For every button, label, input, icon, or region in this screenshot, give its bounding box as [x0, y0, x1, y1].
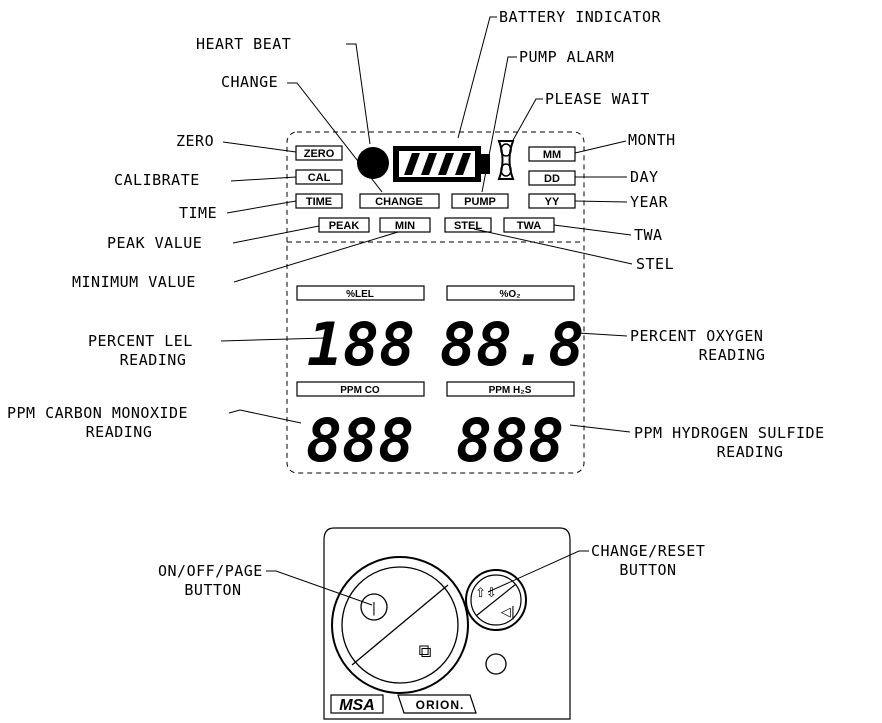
o2-digits: 88.8 — [440, 310, 585, 380]
co-header: PPM CO — [340, 385, 380, 396]
calibrate-leader — [230, 176, 297, 182]
month-leader — [574, 140, 627, 154]
please-wait-callout: PLEASE WAIT — [545, 90, 650, 108]
zero-indicator-label: ZERO — [304, 148, 335, 160]
year-leader — [574, 200, 628, 203]
change-callout: CHANGE — [221, 73, 278, 91]
msa-logo: MSA — [339, 697, 375, 714]
twa-callout: TWA — [634, 226, 663, 244]
please-wait-leader — [511, 98, 543, 143]
time-indicator-label: TIME — [306, 196, 332, 208]
ppm-h2s-callout: PPM HYDROGEN SULFIDE — [634, 424, 825, 442]
zero-leader — [222, 141, 297, 153]
pump-indicator-label: PUMP — [464, 196, 496, 208]
stel-callout: STEL — [636, 255, 674, 273]
orion-logo: ORION. — [416, 698, 465, 712]
heartbeat-icon — [357, 147, 389, 179]
percent-lel-callout: PERCENT LEL — [88, 332, 193, 350]
calibrate-callout: CALIBRATE — [114, 171, 200, 189]
calibrate-indicator-label: CAL — [308, 172, 331, 184]
minimum-value-leader — [233, 231, 399, 283]
ppm-h2s-callout-line2: READING — [717, 443, 784, 461]
arrows-icon: ⇧⇩ — [475, 586, 497, 601]
min-indicator-label: MIN — [395, 220, 415, 232]
ppm-co-callout-line2: READING — [86, 423, 153, 441]
ppm-h2s-leader — [569, 424, 631, 433]
percent-lel-callout-line2: READING — [120, 351, 187, 369]
twa-indicator-label: TWA — [517, 220, 541, 232]
hourglass-icon — [497, 140, 515, 180]
battery-indicator-leader — [457, 16, 497, 139]
change-indicator-label: CHANGE — [375, 196, 423, 208]
change-reset-callout: CHANGE/RESET — [591, 542, 705, 560]
heart-beat-callout: HEART BEAT — [196, 35, 291, 53]
pump-alarm-callout: PUMP ALARM — [519, 48, 614, 66]
ppm-co-callout: PPM CARBON MONOXIDE — [7, 404, 188, 422]
h2s-digits: 888 — [456, 406, 564, 476]
heart-beat-leader — [346, 43, 371, 145]
peak-value-callout: PEAK VALUE — [107, 234, 202, 252]
h2s-header: PPM H₂S — [489, 385, 532, 396]
ppm-co-leader — [228, 409, 302, 424]
power-icon-glyph: | — [372, 601, 376, 616]
co-digits: 888 — [306, 406, 414, 476]
percent-oxygen-callout-line2: READING — [699, 346, 766, 364]
twa-leader — [553, 224, 632, 236]
page-icon: ⧉ — [419, 641, 432, 662]
month-callout: MONTH — [628, 131, 676, 149]
battery-indicator-callout: BATTERY INDICATOR — [499, 8, 661, 26]
change-reset-callout-line2: BUTTON — [619, 561, 676, 579]
battery-icon — [393, 146, 490, 182]
device-faceplate — [323, 527, 571, 720]
month-indicator-label: MM — [543, 149, 561, 161]
time-leader — [226, 200, 297, 214]
time-callout: TIME — [179, 204, 217, 222]
lel-digits: 188 — [307, 310, 415, 380]
peak-value-leader — [232, 225, 320, 244]
stel-leader — [473, 228, 633, 265]
mute-icon: ◁| — [501, 605, 515, 620]
day-indicator-label: DD — [544, 173, 560, 185]
lel-header: %LEL — [346, 289, 374, 300]
peak-indicator-label: PEAK — [329, 220, 360, 232]
instrument-diagram: ZERO MM CAL DD TIME CHANGE PUMP YY PEAK … — [7, 8, 825, 720]
year-callout: YEAR — [630, 193, 669, 211]
diagram-stage: ZERO MM CAL DD TIME CHANGE PUMP YY PEAK … — [0, 0, 882, 723]
percent-oxygen-leader — [577, 332, 628, 337]
on-off-page-callout-line2: BUTTON — [184, 581, 241, 599]
percent-oxygen-callout: PERCENT OXYGEN — [630, 327, 763, 345]
day-callout: DAY — [630, 168, 659, 186]
on-off-page-callout: ON/OFF/PAGE — [158, 562, 263, 580]
year-indicator-label: YY — [545, 196, 560, 208]
o2-header: %O₂ — [499, 289, 520, 300]
minimum-value-callout: MINIMUM VALUE — [72, 273, 196, 291]
zero-callout: ZERO — [176, 132, 214, 150]
